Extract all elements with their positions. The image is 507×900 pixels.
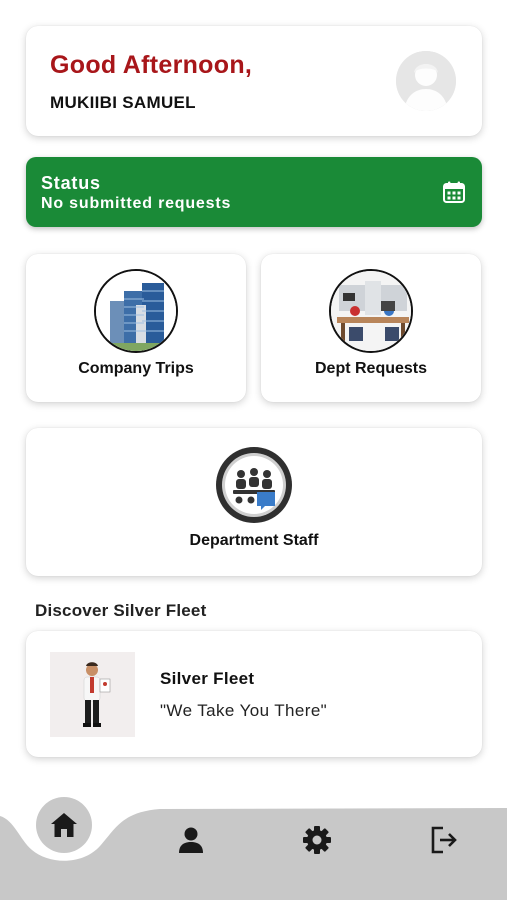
tile-label: Dept Requests [314,360,428,377]
settings-icon[interactable] [297,820,337,860]
tile-company-trips[interactable]: Company Trips [26,254,246,402]
bottom-nav [0,780,507,900]
tile-dept-requests[interactable]: Dept Requests [261,254,481,402]
promo-tagline: "We Take You There" [160,701,328,720]
status-card[interactable]: Status No submitted requests [26,157,482,227]
profile-icon[interactable] [171,820,211,860]
greeting-text: Good Afternoon, [50,51,253,79]
status-text: No submitted requests [41,195,232,212]
tile-label: Department Staff [189,532,319,549]
businessman-image [50,652,135,737]
promo-title: Silver Fleet [160,669,255,688]
tile-label: Company Trips [78,360,194,377]
section-heading: Discover Silver Fleet [35,601,207,620]
calendar-icon[interactable] [442,180,466,204]
logout-icon[interactable] [424,820,464,860]
buildings-image [94,269,178,353]
status-title: Status [41,173,101,193]
silver-fleet-card[interactable]: Silver Fleet "We Take You There" [26,631,482,757]
office-desk-image [329,269,413,353]
team-meeting-icon [215,446,293,524]
greeting-card: Good Afternoon, MUKIIBI SAMUEL [26,26,482,136]
tile-department-staff[interactable]: Department Staff [26,428,482,576]
user-avatar-icon[interactable] [396,51,456,111]
home-icon[interactable] [36,797,92,853]
user-name: MUKIIBI SAMUEL [50,93,196,112]
